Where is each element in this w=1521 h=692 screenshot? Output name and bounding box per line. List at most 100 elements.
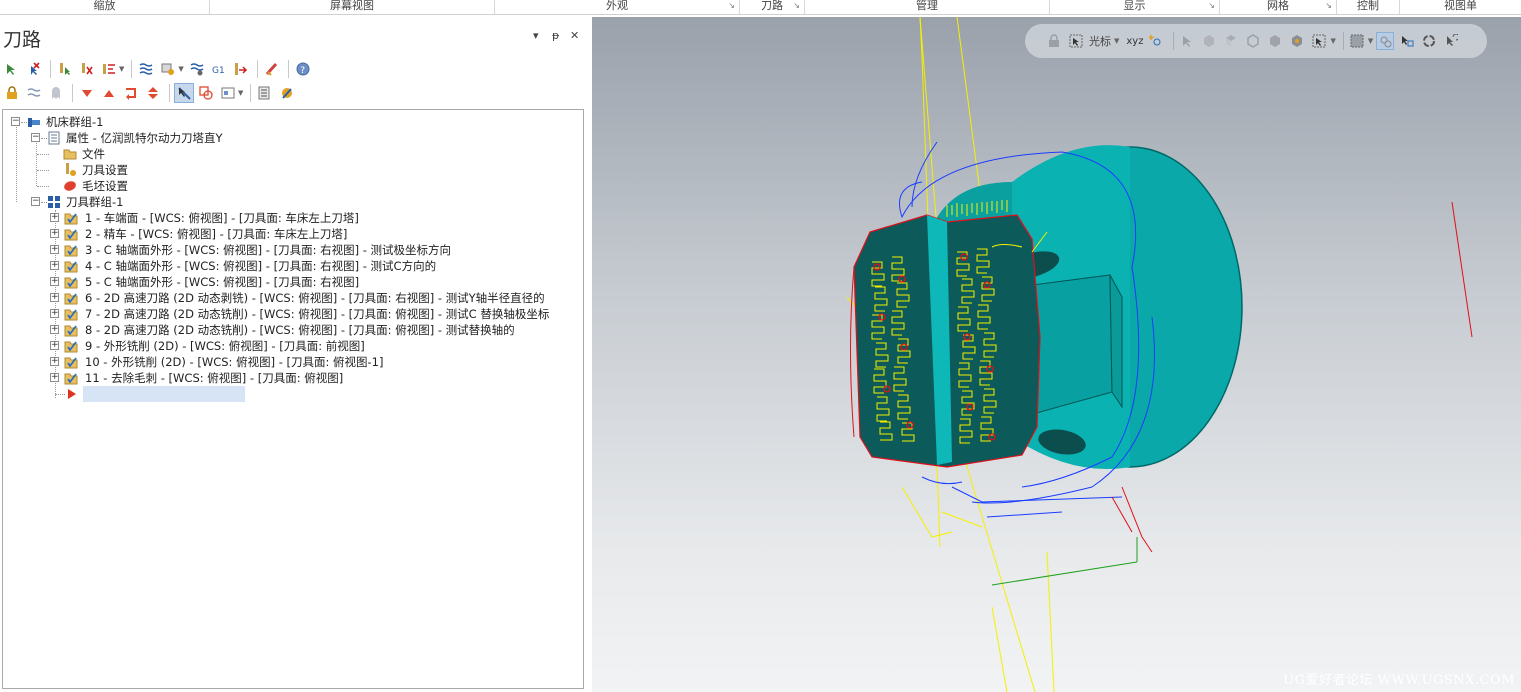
view-list-icon[interactable] [255, 83, 275, 103]
operation-label: 2 - 精车 - [WCS: 俯视图] - [刀具面: 车床左上刀塔] [85, 227, 348, 241]
operation-folder-check-icon [64, 261, 78, 273]
gcode-icon[interactable]: G1 [209, 59, 229, 79]
operation-label: 11 - 去除毛刺 - [WCS: 俯视图] - [刀具面: 俯视图] [85, 371, 344, 385]
simulate-toolpath-icon[interactable] [158, 59, 178, 79]
ribbon-group-viewsheets: 视图单 [1400, 0, 1521, 14]
toolpaths-launcher-icon[interactable]: ↘ [793, 0, 800, 11]
collapse-machine-group-icon[interactable]: − [11, 117, 20, 126]
part-3d-view[interactable] [592, 17, 1521, 692]
insert-arrow-icon[interactable] [121, 83, 141, 103]
expand-operation-icon[interactable]: + [50, 293, 59, 302]
operation-folder-check-icon [64, 293, 78, 305]
operation-row[interactable]: + 1 - 车端面 - [WCS: 俯视图] - [刀具面: 车床左上刀塔] [50, 210, 570, 226]
tool-settings-icon [66, 163, 76, 176]
operation-row[interactable]: + 6 - 2D 高速刀路 (2D 动态剥铣) - [WCS: 俯视图] - [… [50, 290, 570, 306]
ribbon-group-viewsheets-label: 视图单 [1444, 0, 1477, 12]
tool-settings-label: 刀具设置 [82, 163, 128, 177]
expand-collapse-icon[interactable] [143, 83, 163, 103]
move-up-icon[interactable] [99, 83, 119, 103]
expand-operation-icon[interactable]: + [50, 277, 59, 286]
tree-node-properties[interactable]: − 属性 - 亿润凯特尔动力刀塔直Y [31, 130, 331, 146]
expand-operation-icon[interactable]: + [50, 341, 59, 350]
expand-operation-icon[interactable]: + [50, 245, 59, 254]
operation-row[interactable]: + 2 - 精车 - [WCS: 俯视图] - [刀具面: 车床左上刀塔] [50, 226, 570, 242]
panel-title: 刀路 [3, 29, 42, 51]
ribbon-group-screen-view-label: 屏幕视图 [330, 0, 374, 12]
ribbon-group-display: 显示 ↘ [1050, 0, 1220, 14]
operation-folder-check-icon [64, 357, 78, 369]
panel-menu-icon[interactable]: ▾ [533, 29, 539, 42]
toggle-posting-icon[interactable] [136, 59, 156, 79]
single-display-dropdown-icon[interactable]: ▼ [238, 89, 243, 97]
show-associated-geometry-icon[interactable] [196, 83, 216, 103]
tool-check-icon[interactable] [277, 83, 297, 103]
expand-operation-icon[interactable]: + [50, 373, 59, 382]
ribbon-group-display-label: 显示 [1123, 0, 1146, 12]
move-down-icon[interactable] [77, 83, 97, 103]
graphics-viewport[interactable]: 光标 ▼ xyz ▼ ▼ UG爱好者论坛 WWW.UGSNX.COM [592, 17, 1521, 692]
folder-icon [63, 149, 77, 160]
select-dirty-ops-icon[interactable] [55, 59, 75, 79]
panel-toolbar-row-1: ▼ ▼ G1 ? [2, 58, 315, 80]
expand-operation-icon[interactable]: + [50, 261, 59, 270]
tree-node-stock-setup[interactable]: 毛坯设置 [37, 178, 251, 194]
expand-operation-icon[interactable]: + [50, 325, 59, 334]
expand-operation-icon[interactable]: + [50, 229, 59, 238]
svg-text:G1: G1 [212, 66, 225, 76]
panel-pin-icon[interactable]: ᵽ [552, 29, 559, 42]
toggle-display-icon[interactable] [24, 83, 44, 103]
ribbon-group-control-label: 控制 [1357, 0, 1379, 12]
ribbon-group-grid-label: 网格 [1267, 0, 1289, 12]
collapse-properties-icon[interactable]: − [31, 133, 40, 142]
single-display-icon[interactable] [218, 83, 238, 103]
operation-row[interactable]: + 4 - C 轴端面外形 - [WCS: 俯视图] - [刀具面: 右视图] … [50, 258, 570, 274]
ribbon-group-control: 控制 [1337, 0, 1400, 14]
display-launcher-icon[interactable]: ↘ [1208, 0, 1215, 11]
collapse-toolpath-group-icon[interactable]: − [31, 197, 40, 206]
deselect-ops-icon[interactable] [24, 59, 44, 79]
post-selected-icon[interactable] [231, 59, 251, 79]
select-all-ops-icon[interactable] [2, 59, 22, 79]
insert-position-highlight [83, 386, 245, 402]
help-icon[interactable]: ? [293, 59, 313, 79]
operation-label: 4 - C 轴端面外形 - [WCS: 俯视图] - [刀具面: 右视图] - … [85, 259, 437, 273]
operation-row[interactable]: + 5 - C 轴端面外形 - [WCS: 俯视图] - [刀具面: 右视图] [50, 274, 570, 290]
verify-icon[interactable] [187, 59, 207, 79]
operation-folder-check-icon [64, 245, 78, 257]
regenerate-dirty-icon[interactable] [99, 59, 119, 79]
ribbon-group-labels: 缩放 屏幕视图 外观 ↘ 刀路 ↘ 管理 显示 ↘ 网格 ↘ 控制 视图单 [0, 0, 1521, 15]
ribbon-group-screen-view: 屏幕视图 [210, 0, 495, 14]
operation-label: 1 - 车端面 - [WCS: 俯视图] - [刀具面: 车床左上刀塔] [85, 211, 359, 225]
ribbon-group-appearance-label: 外观 [606, 0, 628, 12]
regenerate-dropdown-icon[interactable]: ▼ [119, 65, 124, 73]
operation-row[interactable]: + 3 - C 轴端面外形 - [WCS: 俯视图] - [刀具面: 右视图] … [50, 242, 570, 258]
toggle-posting-off-icon[interactable] [46, 83, 66, 103]
high-feed-icon[interactable] [262, 59, 282, 79]
simulate-dropdown-icon[interactable]: ▼ [178, 65, 183, 73]
toolpaths-manager-panel: 刀路 ▾ ᵽ ✕ ▼ ▼ G1 ? ▼ − 机床群组-1 − 属性 - 亿润凯特… [0, 17, 592, 692]
toolpath-group-label: 刀具群组-1 [66, 195, 124, 209]
panel-close-icon[interactable]: ✕ [570, 29, 579, 42]
expand-operation-icon[interactable]: + [50, 357, 59, 366]
operations-tree[interactable]: − 机床群组-1 − 属性 - 亿润凯特尔动力刀塔直Y 文件 刀具设置 毛坯设置 [2, 109, 584, 689]
insert-arrow-row[interactable] [55, 386, 255, 402]
tree-node-machine-group[interactable]: − 机床群组-1 [11, 114, 211, 130]
operation-row[interactable]: + 8 - 2D 高速刀路 (2D 动态铣削) - [WCS: 俯视图] - [… [50, 322, 570, 338]
appearance-launcher-icon[interactable]: ↘ [728, 0, 735, 11]
expand-operation-icon[interactable]: + [50, 309, 59, 318]
tree-node-tool-settings[interactable]: 刀具设置 [37, 162, 251, 178]
operation-row[interactable]: + 7 - 2D 高速刀路 (2D 动态铣削) - [WCS: 俯视图] - [… [50, 306, 570, 322]
grid-launcher-icon[interactable]: ↘ [1325, 0, 1332, 11]
expand-operation-icon[interactable]: + [50, 213, 59, 222]
lock-icon[interactable] [2, 83, 22, 103]
tree-node-files[interactable]: 文件 [37, 146, 251, 162]
operation-row[interactable]: + 9 - 外形铣削 (2D) - [WCS: 俯视图] - [刀具面: 前视图… [50, 338, 570, 354]
toolpath-group-icon [48, 196, 60, 208]
tree-node-toolpath-group[interactable]: − 刀具群组-1 [31, 194, 231, 210]
properties-label: 属性 - 亿润凯特尔动力刀塔直Y [66, 131, 223, 145]
show-selected-only-icon[interactable] [174, 83, 194, 103]
ribbon-group-toolpaths-label: 刀路 [761, 0, 783, 12]
regenerate-selected-icon[interactable] [77, 59, 97, 79]
operation-row[interactable]: + 11 - 去除毛刺 - [WCS: 俯视图] - [刀具面: 俯视图] [50, 370, 570, 386]
operation-row[interactable]: + 10 - 外形铣削 (2D) - [WCS: 俯视图] - [刀具面: 俯视… [50, 354, 570, 370]
